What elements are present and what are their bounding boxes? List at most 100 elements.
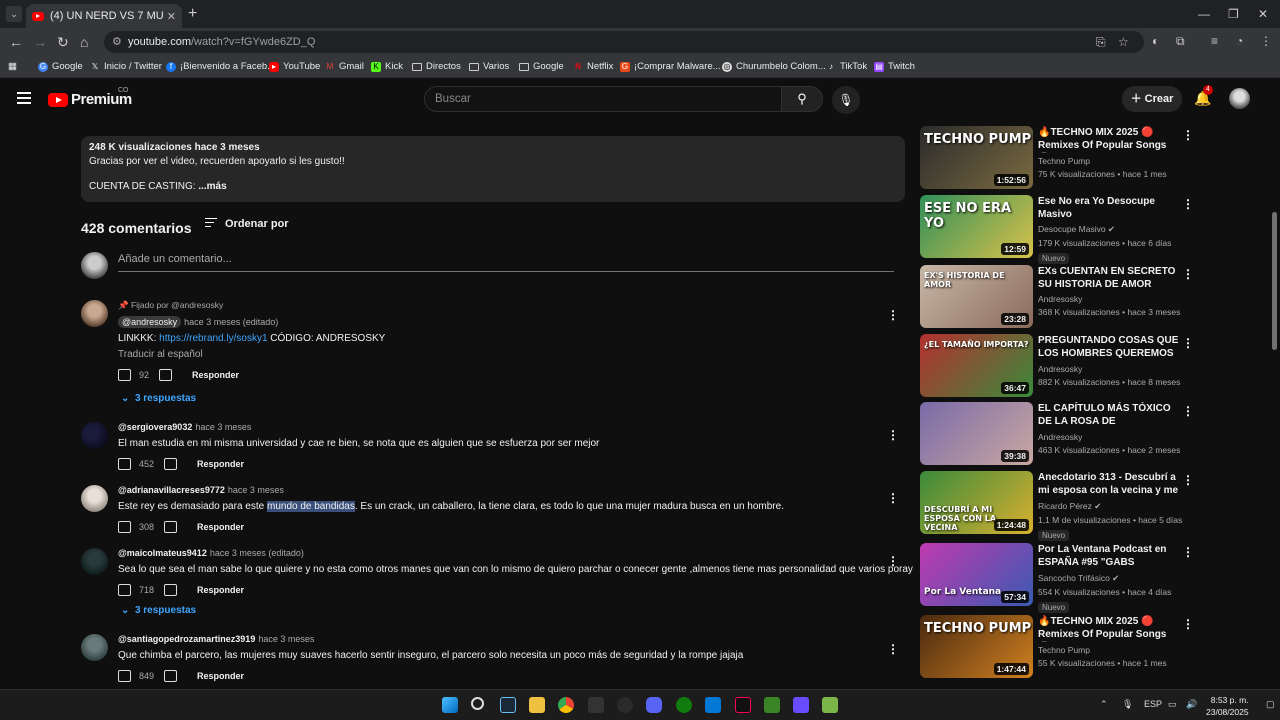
video-thumbnail[interactable]: ¿EL TAMAÑO IMPORTA? 36:47: [920, 334, 1033, 397]
search-taskbar-icon[interactable]: [471, 697, 484, 710]
dislike-icon[interactable]: [164, 670, 178, 682]
window-close-icon[interactable]: ✕: [1258, 7, 1268, 21]
system-clock[interactable]: 8:53 p. m. 23/08/2025: [1206, 694, 1249, 718]
dislike-icon[interactable]: [164, 521, 178, 533]
account-avatar[interactable]: [1229, 88, 1250, 109]
add-comment-input[interactable]: Añade un comentario...: [118, 253, 894, 272]
epic-games-icon[interactable]: [588, 697, 604, 713]
notification-center-icon[interactable]: ▢: [1266, 699, 1275, 710]
reply-button[interactable]: Responder: [197, 585, 244, 595]
video-thumbnail[interactable]: TECHNO PUMP 1:52:56: [920, 126, 1033, 189]
video-description[interactable]: 248 K visualizaciones hace 3 meses Graci…: [81, 136, 905, 202]
browser-tab-active[interactable]: (4) UN NERD VS 7 MUJERES - Y ✕: [26, 4, 182, 28]
like-icon[interactable]: [118, 670, 131, 682]
notifications-bell-icon[interactable]: 🔔 4: [1194, 85, 1213, 107]
comment-author[interactable]: @andresosky: [118, 316, 182, 328]
file-explorer-icon[interactable]: [529, 697, 545, 713]
video-title[interactable]: EXs CUENTAN EN SECRETO SU HISTORIA DE AM…: [1038, 265, 1180, 291]
related-video[interactable]: TECHNO PUMP 1:47:44 🔥TECHNO MIX 2025 🔴 Re…: [920, 615, 1270, 681]
new-tab-icon[interactable]: +: [188, 6, 197, 22]
comment-author[interactable]: @adrianavillacreses9772: [118, 485, 225, 495]
bookmark-churumbelo[interactable]: ◎ Churumbelo Colom...: [722, 61, 826, 72]
comment-time[interactable]: hace 3 meses (editado): [210, 548, 304, 558]
related-video[interactable]: ¿EL TAMAÑO IMPORTA? 36:47 PREGUNTANDO COS…: [920, 334, 1270, 400]
package-icon[interactable]: [822, 697, 838, 713]
media-control-icon[interactable]: ≡: [1211, 34, 1218, 48]
tab-search-icon[interactable]: ⌄: [6, 6, 22, 22]
video-menu-icon[interactable]: ⋮: [1182, 546, 1194, 558]
bookmark-folder-directos[interactable]: Directos: [412, 61, 461, 72]
video-menu-icon[interactable]: ⋮: [1182, 405, 1194, 417]
bookmark-twitch[interactable]: ▤ Twitch: [874, 61, 915, 72]
discord-icon[interactable]: [646, 697, 662, 713]
address-bar[interactable]: ⚙ youtube.com/watch?v=fGYwde6ZD_Q ⎘ ☆: [104, 31, 1144, 53]
related-video[interactable]: 39:38 EL CAPÍTULO MÁS TÓXICO DE LA ROSA …: [920, 402, 1270, 468]
tray-mic-icon[interactable]: 🎙: [1122, 699, 1133, 710]
network-icon[interactable]: ▭: [1168, 699, 1177, 710]
bookmark-folder-varios[interactable]: Varios: [469, 61, 509, 72]
video-menu-icon[interactable]: ⋮: [1182, 268, 1194, 280]
video-title[interactable]: Ese No era Yo Desocupe Masivo: [1038, 195, 1180, 221]
comment-menu-icon[interactable]: ⋮: [887, 492, 899, 504]
reload-icon[interactable]: ↻: [57, 34, 69, 50]
chrome-icon[interactable]: [558, 697, 574, 713]
video-thumbnail[interactable]: 39:38: [920, 402, 1033, 465]
video-title[interactable]: Por La Ventana Podcast en ESPAÑA #95 "GA…: [1038, 543, 1180, 570]
related-video[interactable]: EX'S HISTORIA DE AMOR 23:28 EXs CUENTAN E…: [920, 265, 1270, 331]
bookmark-gmail[interactable]: M Gmail: [325, 61, 364, 72]
install-app-icon[interactable]: ⎘: [1096, 35, 1106, 50]
video-menu-icon[interactable]: ⋮: [1182, 198, 1194, 210]
video-title[interactable]: EL CAPÍTULO MÁS TÓXICO DE LA ROSA DE GUA…: [1038, 402, 1180, 429]
reply-button[interactable]: Responder: [197, 522, 244, 532]
like-icon[interactable]: [118, 458, 131, 470]
dislike-icon[interactable]: [164, 584, 178, 596]
tab-close-icon[interactable]: ✕: [167, 10, 176, 23]
video-title[interactable]: PREGUNTANDO COSAS QUE LOS HOMBRES QUEREM…: [1038, 334, 1180, 361]
video-menu-icon[interactable]: ⋮: [1182, 618, 1194, 630]
comment-menu-icon[interactable]: ⋮: [887, 309, 899, 321]
view-replies-button[interactable]: ⌄ 3 respuestas: [121, 393, 196, 404]
bookmark-malware[interactable]: G ¡Comprar Malware...: [620, 61, 721, 72]
reply-button[interactable]: Responder: [192, 370, 239, 380]
dislike-icon[interactable]: [164, 458, 178, 470]
browser-menu-icon[interactable]: ⋮: [1260, 34, 1272, 48]
app-icon[interactable]: [793, 697, 809, 713]
video-title[interactable]: Anecdotario 313 - Descubrí a mi esposa c…: [1038, 471, 1180, 498]
video-menu-icon[interactable]: ⋮: [1182, 129, 1194, 141]
comment-avatar[interactable]: [81, 548, 108, 575]
sort-comments-button[interactable]: Ordenar por: [205, 218, 289, 230]
comment-author[interactable]: @sergiovera9032: [118, 422, 192, 432]
comment-avatar[interactable]: [81, 485, 108, 512]
back-icon[interactable]: ←: [9, 34, 23, 50]
related-video[interactable]: DESCUBRÍ A MI ESPOSA CON LA VECINA 1:24:4…: [920, 471, 1270, 541]
tiktok-icon[interactable]: [735, 697, 751, 713]
related-video[interactable]: TECHNO PUMP 1:52:56 🔥TECHNO MIX 2025 🔴 Re…: [920, 126, 1270, 192]
bookmark-google[interactable]: G Google: [38, 61, 83, 72]
related-video[interactable]: ESE NO ERA YO 12:59 Ese No era Yo Desocup…: [920, 195, 1270, 264]
page-scrollbar[interactable]: [1272, 212, 1277, 350]
language-indicator[interactable]: ESP: [1144, 699, 1162, 709]
xbox-icon[interactable]: [676, 697, 692, 713]
related-video[interactable]: Por La Ventana 57:34 Por La Ventana Podca…: [920, 543, 1270, 613]
bookmark-tiktok[interactable]: ♪ TikTok: [826, 61, 867, 72]
video-thumbnail[interactable]: ESE NO ERA YO 12:59: [920, 195, 1033, 258]
comment-menu-icon[interactable]: ⋮: [887, 643, 899, 655]
bookmark-kick[interactable]: K Kick: [371, 61, 403, 72]
youtube-premium-logo[interactable]: Premium CO: [48, 87, 132, 108]
home-icon[interactable]: ⌂: [80, 34, 88, 50]
site-info-icon[interactable]: ⚙: [112, 35, 122, 48]
dislike-icon[interactable]: [159, 369, 173, 381]
video-thumbnail[interactable]: DESCUBRÍ A MI ESPOSA CON LA VECINA 1:24:4…: [920, 471, 1033, 534]
restore-icon[interactable]: ❐: [1228, 7, 1239, 21]
extensions-puzzle-icon[interactable]: ⧉: [1176, 34, 1185, 49]
like-icon[interactable]: [118, 369, 131, 381]
bookmark-folder-google[interactable]: Google: [519, 61, 564, 72]
comment-avatar[interactable]: [81, 634, 108, 661]
like-icon[interactable]: [118, 584, 131, 596]
minimize-icon[interactable]: —: [1198, 7, 1210, 21]
comment-time[interactable]: hace 3 meses: [228, 485, 284, 495]
profile-icon[interactable]: ◔: [1236, 34, 1243, 48]
bookmark-star-icon[interactable]: ☆: [1118, 35, 1129, 49]
create-button[interactable]: ＋ Crear: [1122, 86, 1182, 112]
comment-avatar[interactable]: [81, 300, 108, 327]
